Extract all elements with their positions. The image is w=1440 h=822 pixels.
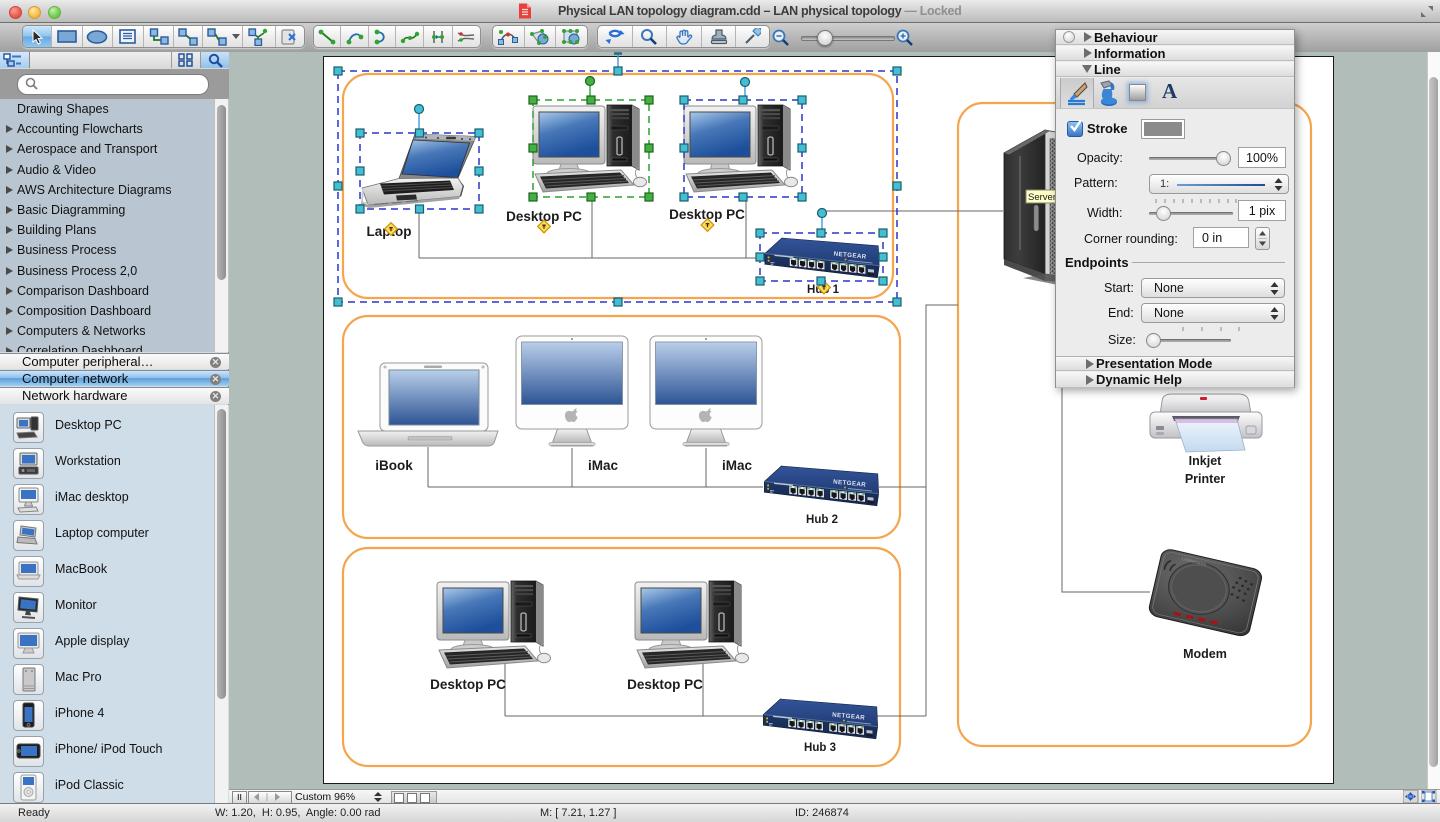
svg-text:Hub 3: Hub 3 bbox=[804, 742, 836, 754]
svg-text:iMac: iMac bbox=[588, 458, 619, 473]
svg-text:Printer: Printer bbox=[1185, 472, 1225, 486]
svg-text:iBook: iBook bbox=[375, 458, 413, 473]
svg-text:Server: Server bbox=[1028, 192, 1056, 203]
svg-text:Inkjet: Inkjet bbox=[1189, 454, 1222, 468]
svg-text:Hub 2: Hub 2 bbox=[806, 514, 838, 526]
svg-text:iMac: iMac bbox=[722, 458, 753, 473]
svg-text:Desktop PC: Desktop PC bbox=[430, 677, 506, 692]
svg-text:Modem: Modem bbox=[1183, 647, 1227, 661]
svg-text:Desktop PC: Desktop PC bbox=[627, 677, 703, 692]
